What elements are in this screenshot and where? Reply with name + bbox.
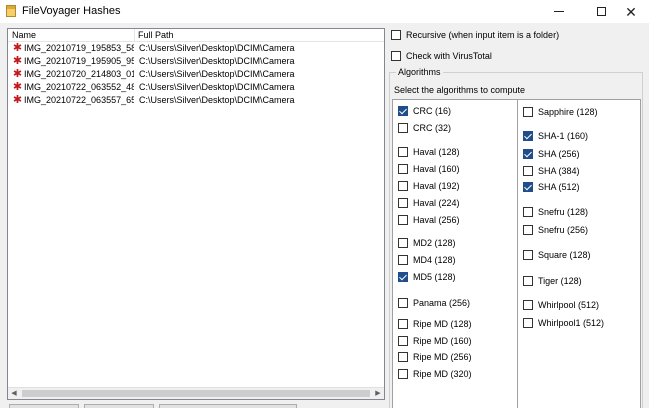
checkbox-box[interactable] <box>523 166 533 176</box>
image-file-icon: ✱ <box>12 81 23 93</box>
checkbox-label: Haval (224) <box>413 198 460 208</box>
column-header-name[interactable]: Name <box>8 29 135 42</box>
file-list[interactable]: Name Full Path ✱ IMG_20210719_195853_587… <box>7 28 385 400</box>
checkbox-label: Snefru (128) <box>538 207 589 217</box>
checkbox-box[interactable] <box>398 215 408 225</box>
checkbox-box[interactable] <box>523 300 533 310</box>
checkbox-label: MD2 (128) <box>413 238 456 248</box>
algorithms-legend: Algorithms <box>396 66 443 78</box>
checkbox-box[interactable] <box>398 106 408 116</box>
checkbox-box[interactable] <box>398 369 408 379</box>
checkbox-label: Square (128) <box>538 250 591 260</box>
checkbox-box[interactable] <box>523 107 533 117</box>
column-header-path[interactable]: Full Path <box>135 29 384 42</box>
title-bar[interactable]: FileVoyager Hashes ✕ <box>0 0 649 23</box>
checkbox-box[interactable] <box>391 30 401 40</box>
file-path: C:\Users\Silver\Desktop\DCIM\Camera <box>139 95 295 105</box>
window-title: FileVoyager Hashes <box>22 5 121 17</box>
checkbox-label: CRC (16) <box>413 106 452 116</box>
checkbox-label: Panama (256) <box>413 298 471 308</box>
checkbox-label: Recursive (when input item is a folder) <box>406 30 560 40</box>
horizontal-scrollbar[interactable]: ◀ ▶ <box>8 387 384 399</box>
table-row[interactable]: ✱ IMG_20210722_063552_489.j... C:\Users\… <box>8 81 384 94</box>
file-name: IMG_20210722_063552_489.j... <box>24 82 134 92</box>
table-row[interactable]: ✱ IMG_20210722_063557_658.j... C:\Users\… <box>8 94 384 107</box>
file-path: C:\Users\Silver\Desktop\DCIM\Camera <box>139 69 295 79</box>
checkbox-box[interactable] <box>398 123 408 133</box>
folder-app-icon <box>6 5 16 17</box>
checkbox-label: Sapphire (128) <box>538 107 598 117</box>
checkbox-label: Haval (192) <box>413 181 460 191</box>
checkbox-label: SHA (256) <box>538 149 580 159</box>
checkbox-label: Haval (256) <box>413 215 460 225</box>
checkbox-box[interactable] <box>398 164 408 174</box>
checkbox-label: Check with VirusTotal <box>406 51 492 61</box>
scroll-right-icon[interactable]: ▶ <box>372 388 384 399</box>
checkbox-label: Ripe MD (128) <box>413 319 472 329</box>
bottom-button-1[interactable] <box>9 404 79 408</box>
checkbox-label: SHA (512) <box>538 182 580 192</box>
scroll-left-icon[interactable]: ◀ <box>8 388 20 399</box>
checkbox-label: Ripe MD (320) <box>413 369 472 379</box>
table-row[interactable]: ✱ IMG_20210720_214803_011.j... C:\Users\… <box>8 68 384 81</box>
file-path: C:\Users\Silver\Desktop\DCIM\Camera <box>139 43 295 53</box>
checkbox-label: Ripe MD (256) <box>413 352 472 362</box>
file-name: IMG_20210720_214803_011.j... <box>24 69 134 79</box>
image-file-icon: ✱ <box>12 68 23 80</box>
image-file-icon: ✱ <box>12 42 23 54</box>
checkbox-box[interactable] <box>398 272 408 282</box>
file-name: IMG_20210719_195905_957.j... <box>24 56 134 66</box>
bottom-button-2[interactable] <box>84 404 154 408</box>
checkbox-label: Ripe MD (160) <box>413 336 472 346</box>
checkbox-box[interactable] <box>398 298 408 308</box>
checkbox-label: SHA (384) <box>538 166 580 176</box>
checkbox-box[interactable] <box>523 149 533 159</box>
minimize-button[interactable] <box>541 0 577 23</box>
checkbox-box[interactable] <box>523 318 533 328</box>
checkbox-label: Haval (128) <box>413 147 460 157</box>
checkbox-label: MD5 (128) <box>413 272 456 282</box>
checkbox-label: CRC (32) <box>413 123 452 133</box>
checkbox-box[interactable] <box>398 255 408 265</box>
checkbox-label: Haval (160) <box>413 164 460 174</box>
checkbox-box[interactable] <box>398 181 408 191</box>
checkbox-box[interactable] <box>523 182 533 192</box>
checkbox-box[interactable] <box>523 276 533 286</box>
list-rows: ✱ IMG_20210719_195853_587.j... C:\Users\… <box>8 42 384 107</box>
scrollbar-thumb[interactable] <box>22 390 370 397</box>
checkbox-box[interactable] <box>398 336 408 346</box>
close-button[interactable]: ✕ <box>613 0 649 23</box>
table-row[interactable]: ✱ IMG_20210719_195853_587.j... C:\Users\… <box>8 42 384 55</box>
checkbox-box[interactable] <box>391 51 401 61</box>
checkbox-box[interactable] <box>398 147 408 157</box>
file-path: C:\Users\Silver\Desktop\DCIM\Camera <box>139 56 295 66</box>
image-file-icon: ✱ <box>12 94 23 106</box>
checkbox-label: Snefru (256) <box>538 225 589 235</box>
checkbox-box[interactable] <box>523 207 533 217</box>
algorithms-description: Select the algorithms to compute <box>394 85 526 95</box>
list-header: Name Full Path <box>8 29 384 42</box>
file-name: IMG_20210719_195853_587.j... <box>24 43 134 53</box>
checkbox-box[interactable] <box>523 250 533 260</box>
minimize-icon <box>554 11 564 12</box>
checkbox-box[interactable] <box>398 352 408 362</box>
checkbox-label: Whirlpool1 (512) <box>538 318 605 328</box>
bottom-button-3[interactable] <box>159 404 297 408</box>
checkbox-box[interactable] <box>523 131 533 141</box>
checkbox-label: SHA-1 (160) <box>538 131 589 141</box>
checkbox-box[interactable] <box>398 319 408 329</box>
checkbox-box[interactable] <box>398 238 408 248</box>
table-row[interactable]: ✱ IMG_20210719_195905_957.j... C:\Users\… <box>8 55 384 68</box>
file-name: IMG_20210722_063557_658.j... <box>24 95 134 105</box>
close-icon: ✕ <box>625 3 637 20</box>
file-path: C:\Users\Silver\Desktop\DCIM\Camera <box>139 82 295 92</box>
image-file-icon: ✱ <box>12 55 23 67</box>
checkbox-label: Tiger (128) <box>538 276 582 286</box>
checkbox-label: Whirlpool (512) <box>538 300 600 310</box>
checkbox-box[interactable] <box>523 225 533 235</box>
maximize-icon <box>596 7 606 16</box>
checkbox-label: MD4 (128) <box>413 255 456 265</box>
checkbox-box[interactable] <box>398 198 408 208</box>
